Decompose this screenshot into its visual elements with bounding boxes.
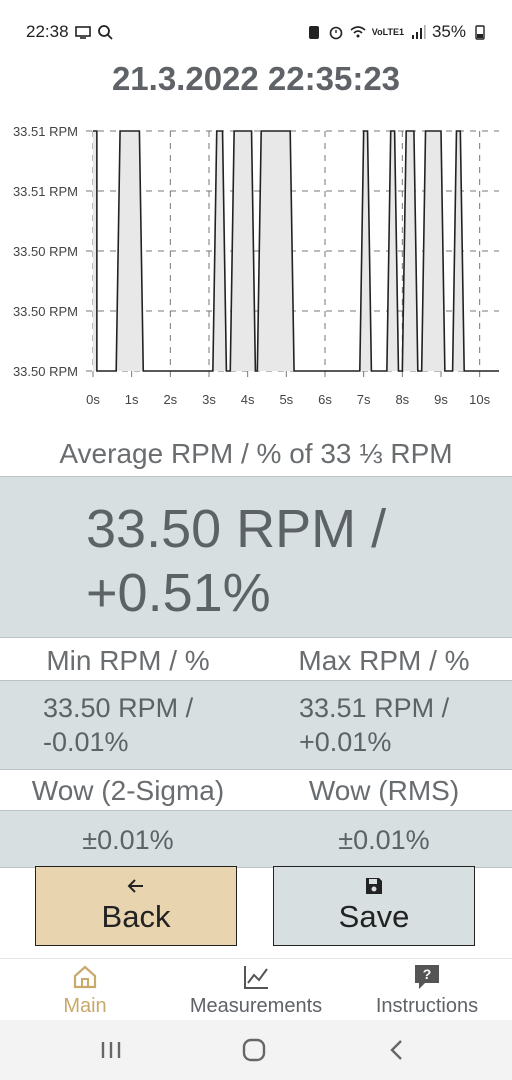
back-system-icon[interactable] bbox=[382, 1036, 412, 1064]
system-navigation-bar bbox=[0, 1020, 512, 1080]
chart-line-icon bbox=[244, 966, 268, 989]
save-button-label: Save bbox=[338, 899, 410, 934]
average-value: 33.50 RPM / +0.51% bbox=[86, 497, 386, 625]
x-tick-label: 0s bbox=[86, 392, 100, 407]
cast-icon bbox=[74, 26, 91, 39]
wow-2sigma-label: Wow (2-Sigma) bbox=[31, 775, 225, 806]
back-button-label: Back bbox=[101, 899, 171, 934]
x-tick-label: 5s bbox=[279, 392, 293, 407]
nav-label-instructions: Instructions bbox=[375, 995, 479, 1017]
min-rpm: 33.50 RPM / bbox=[43, 693, 194, 723]
measurement-timestamp: 21.3.2022 22:35:23 bbox=[111, 60, 401, 97]
status-left: 22:38 bbox=[26, 22, 113, 42]
x-tick-label: 3s bbox=[202, 392, 216, 407]
min-value: 33.50 RPM / -0.01% bbox=[43, 691, 193, 759]
average-rpm: 33.50 RPM / bbox=[86, 499, 387, 559]
x-tick-label: 2s bbox=[163, 392, 177, 407]
home-icon bbox=[73, 965, 97, 989]
notification-icon bbox=[308, 26, 319, 39]
average-label: Average RPM / % of 33 ⅓ RPM bbox=[59, 438, 453, 469]
x-tick-label: 9s bbox=[434, 392, 448, 407]
wow-panel: ±0.01% ±0.01% bbox=[0, 810, 512, 868]
search-icon bbox=[97, 25, 113, 40]
svg-text:?: ? bbox=[423, 966, 432, 982]
average-percent: +0.51% bbox=[86, 563, 271, 623]
battery-percent: 35% bbox=[431, 22, 466, 41]
nav-label-main: Main bbox=[63, 995, 107, 1017]
y-tick-label: 33.51 RPM bbox=[13, 124, 78, 139]
wow-rms-label: Wow (RMS) bbox=[308, 775, 460, 806]
battery-icon bbox=[475, 25, 485, 40]
floppy-disk-icon bbox=[366, 878, 382, 894]
signal-icon bbox=[411, 25, 426, 39]
y-tick-label: 33.50 RPM bbox=[13, 244, 78, 259]
x-tick-label: 1s bbox=[125, 392, 139, 407]
status-bar: 22:38 VoLTE1 35% bbox=[0, 0, 512, 62]
arrow-left-icon bbox=[127, 879, 143, 893]
nav-item-main[interactable]: Main bbox=[0, 963, 170, 1018]
x-tick-label: 6s bbox=[318, 392, 332, 407]
x-tick-label: 7s bbox=[357, 392, 371, 407]
y-tick-label: 33.51 RPM bbox=[13, 184, 78, 199]
wifi-icon bbox=[350, 26, 366, 38]
x-tick-label: 10s bbox=[469, 392, 490, 407]
bottom-navigation: Main Measurements ? Instructions bbox=[0, 958, 512, 1021]
back-button[interactable]: Back bbox=[35, 866, 237, 946]
home-button-icon[interactable] bbox=[239, 1036, 269, 1064]
x-tick-label: 4s bbox=[241, 392, 255, 407]
rpm-chart: 33.51 RPM 33.51 RPM 33.50 RPM 33.50 RPM 33.5… bbox=[13, 124, 499, 407]
x-tick-label: 8s bbox=[395, 392, 409, 407]
alarm-icon bbox=[329, 26, 343, 40]
network-label: VoLTE1 bbox=[371, 26, 404, 37]
min-label: Min RPM / % bbox=[46, 645, 210, 676]
nav-label-measurements: Measurements bbox=[189, 995, 323, 1017]
help-icon: ? bbox=[415, 965, 439, 989]
max-label: Max RPM / % bbox=[298, 645, 470, 676]
max-value: 33.51 RPM / +0.01% bbox=[299, 691, 449, 759]
wow-rms-value: ±0.01% bbox=[338, 825, 430, 855]
y-tick-label: 33.50 RPM bbox=[13, 364, 78, 379]
save-button[interactable]: Save bbox=[273, 866, 475, 946]
min-percent: -0.01% bbox=[43, 727, 129, 757]
max-percent: +0.01% bbox=[299, 727, 392, 757]
recent-apps-icon[interactable] bbox=[96, 1036, 126, 1064]
nav-item-instructions[interactable]: ? Instructions bbox=[342, 963, 512, 1018]
max-rpm: 33.51 RPM / bbox=[299, 693, 450, 723]
y-tick-label: 33.50 RPM bbox=[13, 304, 78, 319]
average-panel: 33.50 RPM / +0.51% bbox=[0, 476, 512, 638]
status-time: 22:38 bbox=[26, 22, 69, 41]
nav-item-measurements[interactable]: Measurements bbox=[171, 963, 341, 1018]
status-right: VoLTE1 35% bbox=[306, 22, 488, 42]
wow-2sigma-value: ±0.01% bbox=[82, 825, 174, 855]
minmax-panel: 33.50 RPM / -0.01% 33.51 RPM / +0.01% bbox=[0, 680, 512, 770]
